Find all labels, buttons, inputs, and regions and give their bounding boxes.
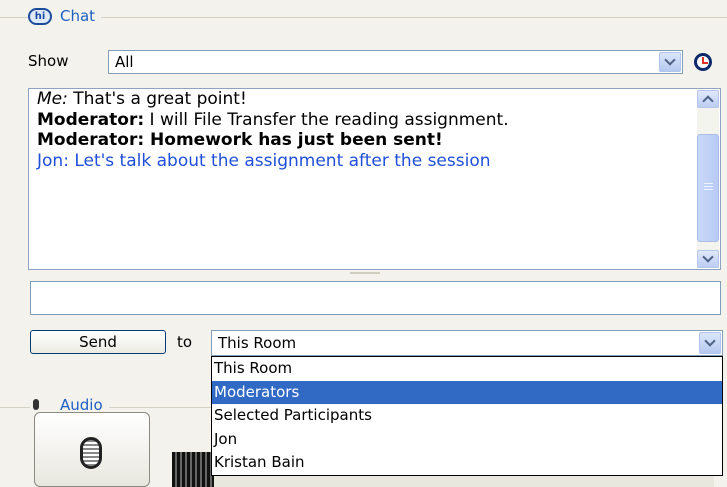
chat-section-divider <box>0 17 727 18</box>
chat-section-title: Chat <box>60 7 96 25</box>
recipient-dropdown-button[interactable] <box>699 332 721 354</box>
chat-message: Me: That's a great point! <box>37 89 677 110</box>
message-text: That's a great point! <box>67 89 247 109</box>
audio-level-meter <box>172 452 214 487</box>
chevron-down-icon <box>702 251 714 263</box>
scroll-down-button[interactable] <box>697 250 719 268</box>
to-label: to <box>177 333 193 351</box>
scroll-thumb[interactable] <box>697 134 719 242</box>
microphone-icon <box>80 437 102 469</box>
microphone-icon <box>30 397 48 413</box>
scroll-up-button[interactable] <box>697 90 719 108</box>
chevron-up-icon <box>702 95 714 107</box>
chat-log[interactable]: Me: That's a great point! Moderator: I w… <box>28 88 721 270</box>
message-sender: Me: <box>37 89 68 109</box>
message-input[interactable] <box>30 281 721 315</box>
dropdown-option[interactable]: Kristan Bain <box>212 451 722 475</box>
recipient-select[interactable]: This Room <box>211 330 723 356</box>
show-label: Show <box>28 52 69 70</box>
message-text: I will File Transfer the reading assignm… <box>144 109 509 130</box>
show-filter-select[interactable]: All <box>108 50 683 74</box>
chevron-down-icon <box>704 335 716 347</box>
resize-handle[interactable] <box>350 272 380 274</box>
send-button[interactable]: Send <box>30 330 166 354</box>
chat-section-header: hi Chat <box>28 7 102 25</box>
talk-button[interactable] <box>34 412 150 487</box>
show-filter-dropdown-button[interactable] <box>659 52 681 72</box>
chat-message: Moderator: I will File Transfer the read… <box>37 110 677 131</box>
recipient-value: This Room <box>218 334 297 352</box>
chevron-down-icon <box>664 54 676 66</box>
grip-line <box>704 186 713 187</box>
chat-message: Moderator: Homework has just been sent! <box>37 130 443 150</box>
dropdown-option[interactable]: Selected Participants <box>212 404 722 428</box>
clock-history-icon[interactable] <box>694 53 712 71</box>
dropdown-option[interactable]: Jon <box>212 428 722 452</box>
chat-scrollbar[interactable] <box>697 90 719 268</box>
grip-line <box>704 189 713 190</box>
dropdown-option[interactable]: This Room <box>212 357 722 381</box>
show-filter-value: All <box>115 53 134 71</box>
recipient-dropdown-list[interactable]: This Room Moderators Selected Participan… <box>211 356 723 476</box>
message-sender: Moderator: <box>37 109 145 130</box>
grip-line <box>704 183 713 184</box>
chat-message: Jon: Let's talk about the assignment aft… <box>37 150 491 171</box>
dropdown-option-selected[interactable]: Moderators <box>212 380 722 405</box>
chat-messages: Me: That's a great point! Moderator: I w… <box>37 89 677 171</box>
chat-bubble-icon: hi <box>28 7 52 25</box>
